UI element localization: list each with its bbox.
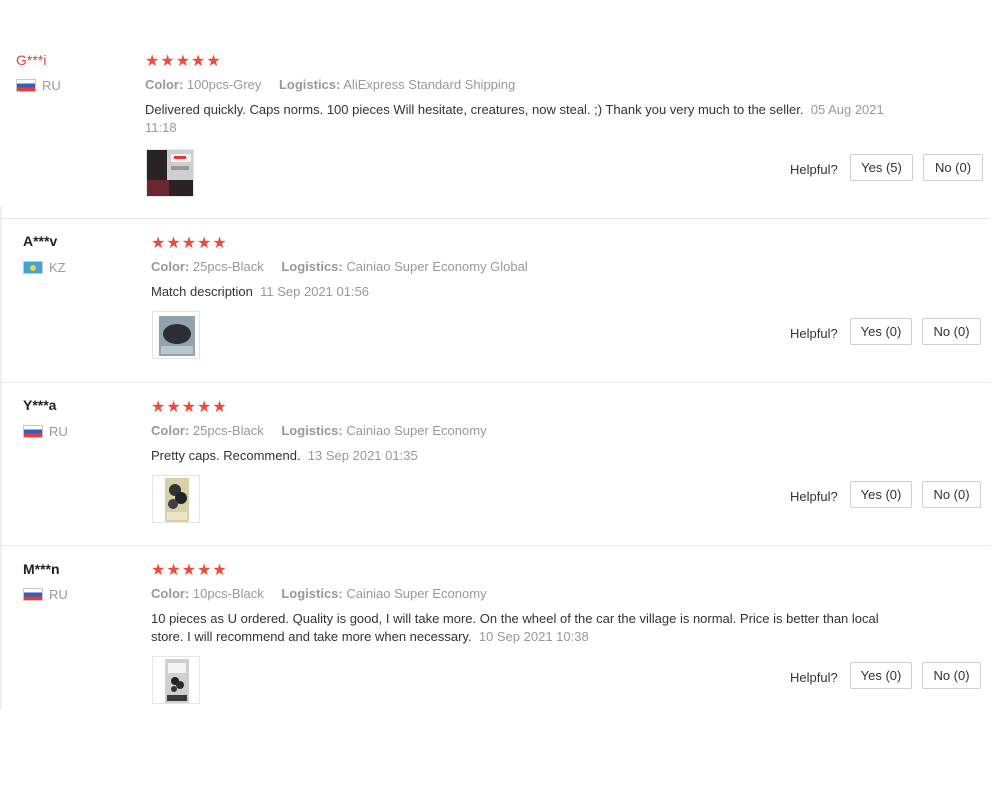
color-value: 100pcs-Grey	[186, 77, 262, 92]
color-label: Color:	[151, 586, 190, 601]
logistics-label: Logistics:	[281, 259, 343, 274]
review-photo-thumbnail[interactable]	[146, 149, 194, 197]
helpful-yes-button[interactable]: Yes (5)	[850, 154, 913, 181]
review-photo-thumbnail[interactable]	[152, 475, 200, 523]
reviewer-country: RU	[23, 424, 68, 439]
kazakhstan-flag-icon	[23, 261, 43, 274]
country-code: RU	[42, 78, 61, 93]
helpful-label: Helpful?	[790, 326, 838, 341]
photo-image-icon	[147, 150, 193, 196]
color-label: Color:	[145, 77, 184, 92]
photo-image-icon	[153, 657, 199, 703]
star-rating: ★★★★★	[151, 235, 228, 252]
country-code: RU	[49, 587, 68, 602]
helpful-no-button[interactable]: No (0)	[922, 662, 981, 689]
logistics-label: Logistics:	[281, 586, 343, 601]
helpful-no-button[interactable]: No (0)	[923, 154, 983, 181]
russia-flag-icon	[23, 425, 43, 438]
review-body: Match description	[151, 284, 253, 299]
review-text: Delivered quickly. Caps norms. 100 piece…	[145, 101, 885, 137]
reviewer-name: A***v	[23, 233, 58, 249]
review-text: Pretty caps. Recommend. 13 Sep 2021 01:3…	[151, 447, 891, 465]
review-date: 11 Sep 2021 01:56	[260, 284, 370, 299]
review-date: 13 Sep 2021 01:35	[307, 448, 418, 463]
review-item: M***n RU ★★★★★ Color: 10pcs-Black Logist…	[0, 546, 990, 710]
russia-flag-icon	[16, 79, 36, 92]
reviewer-name: G***i	[16, 52, 47, 68]
photo-image-icon	[153, 312, 199, 358]
review-body: Delivered quickly. Caps norms. 100 piece…	[145, 102, 804, 117]
reviewer-country: RU	[16, 78, 61, 93]
review-meta: Color: 100pcs-Grey Logistics: AliExpress…	[145, 77, 515, 92]
review-text: 10 pieces as U ordered. Quality is good,…	[151, 610, 881, 646]
review-photo-thumbnail[interactable]	[152, 311, 200, 359]
review-meta: Color: 25pcs-Black Logistics: Cainiao Su…	[151, 259, 528, 274]
logistics-value: AliExpress Standard Shipping	[343, 77, 516, 92]
star-rating: ★★★★★	[151, 399, 228, 416]
star-rating: ★★★★★	[151, 562, 228, 579]
logistics-value: Cainiao Super Economy	[346, 423, 487, 438]
country-code: RU	[49, 424, 68, 439]
review-meta: Color: 10pcs-Black Logistics: Cainiao Su…	[151, 586, 487, 601]
reviewer-country: KZ	[23, 260, 66, 275]
reviewer-name: Y***a	[23, 397, 57, 413]
helpful-yes-button[interactable]: Yes (0)	[850, 318, 912, 345]
logistics-label: Logistics:	[281, 423, 343, 438]
helpful-no-button[interactable]: No (0)	[922, 481, 981, 508]
logistics-label: Logistics:	[278, 77, 341, 92]
helpful-yes-button[interactable]: Yes (0)	[850, 662, 912, 689]
review-text: Match description 11 Sep 2021 01:56	[151, 283, 891, 301]
helpful-label: Helpful?	[790, 670, 838, 685]
review-item: Y***a RU ★★★★★ Color: 25pcs-Black Logist…	[0, 383, 990, 546]
helpful-no-button[interactable]: No (0)	[922, 318, 981, 345]
color-value: 25pcs-Black	[192, 259, 264, 274]
logistics-value: Cainiao Super Economy	[346, 586, 487, 601]
review-meta: Color: 25pcs-Black Logistics: Cainiao Su…	[151, 423, 487, 438]
star-rating: ★★★★★	[145, 53, 222, 70]
russia-flag-icon	[23, 588, 43, 601]
review-photo-thumbnail[interactable]	[152, 656, 200, 704]
color-label: Color:	[151, 259, 190, 274]
color-label: Color:	[151, 423, 190, 438]
country-code: KZ	[49, 260, 66, 275]
helpful-label: Helpful?	[790, 489, 838, 504]
reviewer-country: RU	[23, 587, 68, 602]
review-date: 10 Sep 2021 10:38	[478, 629, 589, 644]
review-item: G***i RU ★★★★★ Color: 100pcs-Grey Logist…	[0, 38, 990, 219]
color-value: 10pcs-Black	[192, 586, 264, 601]
review-body: Pretty caps. Recommend.	[151, 448, 301, 463]
helpful-yes-button[interactable]: Yes (0)	[850, 481, 912, 508]
helpful-label: Helpful?	[790, 162, 838, 177]
color-value: 25pcs-Black	[192, 423, 264, 438]
reviewer-name: M***n	[23, 561, 60, 577]
review-item: A***v KZ ★★★★★ Color: 25pcs-Black Logist…	[0, 220, 990, 383]
photo-image-icon	[153, 476, 199, 522]
logistics-value: Cainiao Super Economy Global	[346, 259, 528, 274]
